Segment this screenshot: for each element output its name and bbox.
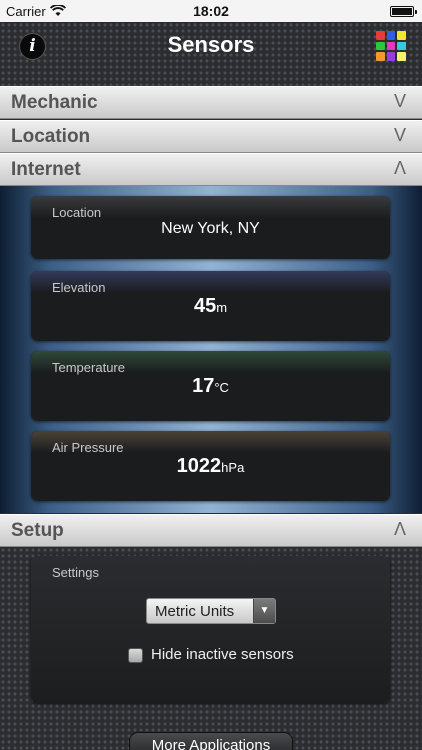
hide-inactive-checkbox[interactable] <box>128 648 143 663</box>
units-select[interactable]: Metric Units ▼ <box>146 598 276 624</box>
chevron-up-icon: Λ <box>393 519 406 539</box>
location-card: Location New York, NY <box>31 196 390 259</box>
sensors-screen: Carrier 18:02 i Sensors Mechanic V Locat… <box>0 0 422 750</box>
elevation-reading: 45m <box>31 295 390 318</box>
grid-cell <box>386 41 396 51</box>
location-value: New York, NY <box>161 220 260 237</box>
page-title: Sensors <box>167 32 255 57</box>
section-mechanic[interactable]: Mechanic V <box>0 86 422 119</box>
section-setup[interactable]: Setup Λ <box>0 514 422 547</box>
card-label: Air Pressure <box>52 440 124 455</box>
more-applications-button[interactable]: More Applications <box>129 732 293 750</box>
card-label: Location <box>52 205 102 220</box>
section-label: Location <box>11 126 91 147</box>
units-selected-value: Metric Units <box>155 603 235 620</box>
pressure-unit: hPa <box>221 460 245 475</box>
section-label: Setup <box>11 520 64 541</box>
dropdown-arrow-icon: ▼ <box>253 599 275 623</box>
hide-inactive-label[interactable]: Hide inactive sensors <box>151 646 294 663</box>
grid-cell <box>376 41 385 51</box>
temperature-unit: °C <box>214 380 229 395</box>
battery-icon <box>390 6 417 17</box>
temperature-reading: 17°C <box>31 375 390 398</box>
card-label: Temperature <box>52 360 125 375</box>
temperature-value: 17 <box>192 375 215 397</box>
card-label: Elevation <box>52 280 106 295</box>
chevron-up-icon: Λ <box>393 158 406 178</box>
chevron-down-icon: V <box>393 91 406 111</box>
section-location[interactable]: Location V <box>0 120 422 153</box>
color-grid-icon[interactable] <box>376 31 406 61</box>
air-pressure-card: Air Pressure 1022hPa <box>31 431 390 501</box>
grid-cell <box>397 52 406 61</box>
grid-cell <box>397 41 406 51</box>
elevation-card: Elevation 45m <box>31 271 390 341</box>
section-internet[interactable]: Internet Λ <box>0 153 422 186</box>
nav-bar: i Sensors <box>0 22 422 86</box>
grid-cell <box>386 52 396 61</box>
grid-cell <box>397 31 406 40</box>
settings-card: Settings Metric Units ▼ Hide inactive se… <box>31 556 390 703</box>
status-bar: Carrier 18:02 <box>0 0 422 22</box>
grid-cell <box>386 31 396 40</box>
grid-cell <box>376 52 385 61</box>
temperature-card: Temperature 17°C <box>31 351 390 421</box>
clock: 18:02 <box>193 3 229 19</box>
section-label: Internet <box>11 159 81 180</box>
settings-label: Settings <box>52 565 99 580</box>
elevation-unit: m <box>216 300 228 315</box>
pressure-value: 1022 <box>176 455 222 477</box>
chevron-down-icon: V <box>393 125 406 145</box>
elevation-value: 45 <box>193 295 217 317</box>
section-label: Mechanic <box>11 92 98 113</box>
grid-cell <box>376 31 385 40</box>
pressure-reading: 1022hPa <box>31 455 390 478</box>
